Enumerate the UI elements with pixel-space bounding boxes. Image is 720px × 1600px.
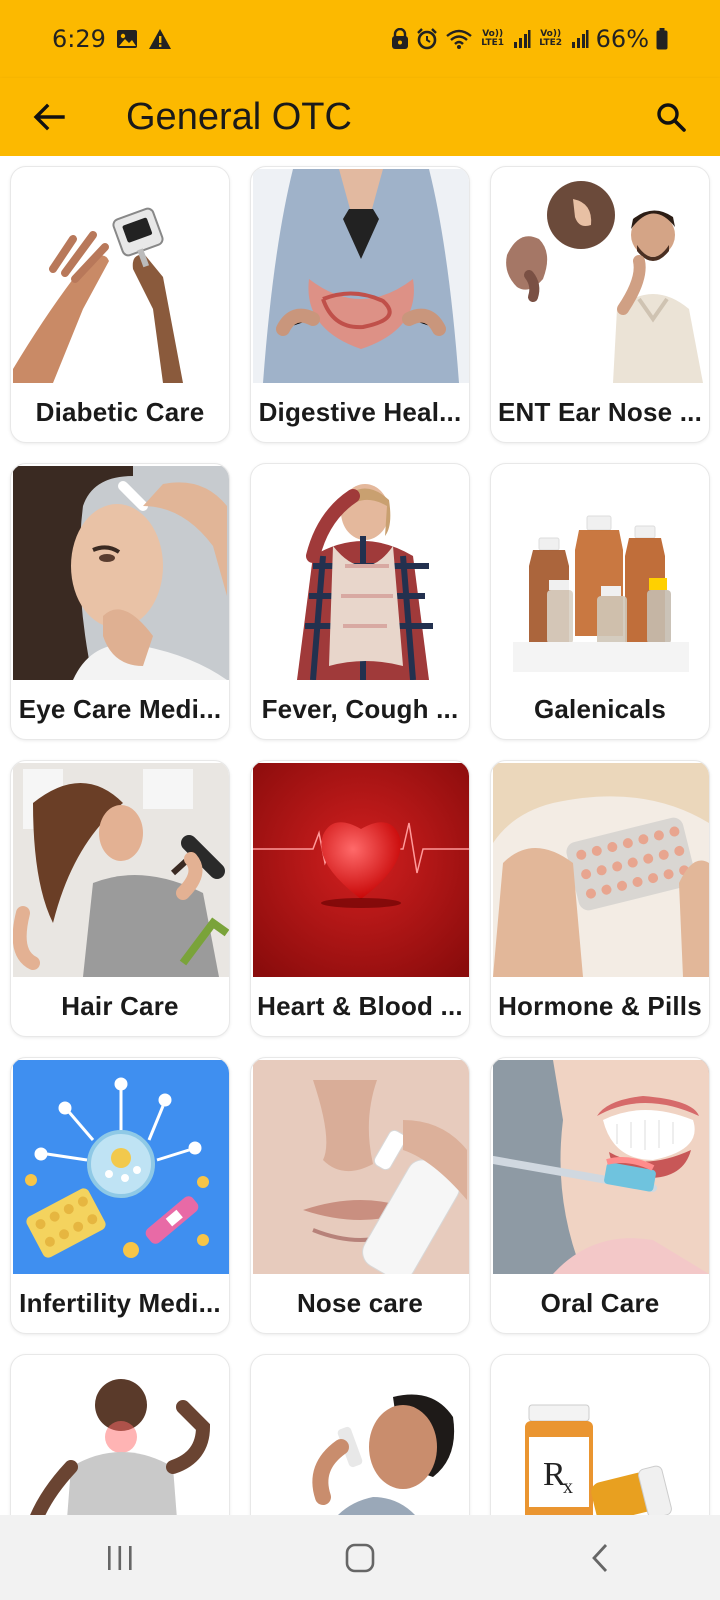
category-card[interactable] [250, 1354, 470, 1515]
category-card[interactable]: Nose care [250, 1057, 470, 1334]
category-grid: Diabetic Care Digestive Heal... ENT Ear … [0, 156, 720, 1515]
signal-icon [513, 29, 531, 49]
warning-icon [148, 28, 172, 50]
status-time: 6:29 [52, 25, 106, 53]
category-label: Heart & Blood ... [257, 991, 463, 1021]
category-label: Oral Care [540, 1288, 660, 1318]
category-label: Hormone & Pills [498, 991, 702, 1021]
category-card[interactable]: ENT Ear Nose ... [490, 166, 710, 443]
toothbrush-image [493, 1060, 709, 1274]
category-card[interactable] [10, 1354, 230, 1515]
sim1-label: Vo)) LTE1 [481, 29, 505, 48]
glucometer-image [13, 169, 229, 383]
back-pain-image [13, 1357, 229, 1515]
category-label: Hair Care [61, 991, 179, 1021]
category-label: ENT Ear Nose ... [497, 397, 703, 427]
eye-drops-image [13, 466, 229, 680]
hair-brush-image [13, 763, 229, 977]
category-card[interactable]: Infertility Medi... [10, 1057, 230, 1334]
back-nav-button[interactable] [555, 1523, 645, 1593]
alarm-icon [416, 28, 438, 50]
category-label: Diabetic Care [35, 397, 205, 427]
back-button[interactable] [16, 84, 82, 150]
category-card[interactable]: R x [490, 1354, 710, 1515]
category-card[interactable]: Eye Care Medi... [10, 463, 230, 740]
page-title: General OTC [126, 95, 352, 138]
category-label: Nose care [296, 1288, 424, 1318]
category-card[interactable]: Digestive Heal... [250, 166, 470, 443]
svg-text:x: x [563, 1476, 573, 1498]
category-card[interactable]: Galenicals [490, 463, 710, 740]
inhaler-image [253, 1357, 469, 1515]
fertility-image [13, 1060, 229, 1274]
category-card[interactable]: Oral Care [490, 1057, 710, 1334]
arrow-left-icon [33, 103, 65, 131]
chevron-left-icon [592, 1543, 608, 1572]
search-icon [657, 103, 686, 132]
category-label: Fever, Cough ... [261, 694, 459, 724]
recent-apps-button[interactable] [75, 1523, 165, 1593]
home-button[interactable] [315, 1523, 405, 1593]
category-label: Digestive Heal... [258, 397, 462, 427]
sick-woman-image [253, 466, 469, 680]
category-card[interactable]: Diabetic Care [10, 166, 230, 443]
battery-percent: 66% [595, 25, 649, 53]
status-bar: 6:29 Vo)) LTE1 Vo)) LTE2 66% [0, 0, 720, 78]
app-bar: General OTC [0, 78, 720, 156]
gallery-icon [116, 29, 138, 49]
ear-throat-image [493, 169, 709, 383]
category-label: Eye Care Medi... [18, 694, 222, 724]
wifi-icon [445, 28, 473, 50]
sim2-label: Vo)) LTE2 [539, 29, 563, 48]
bottles-image [493, 466, 709, 680]
rx-bottle-image: R x [493, 1357, 709, 1515]
category-card[interactable]: Heart & Blood ... [250, 760, 470, 1037]
battery-icon [656, 28, 668, 50]
pill-blister-image [493, 763, 709, 977]
signal-icon [571, 29, 589, 49]
home-icon [345, 1543, 375, 1572]
search-button[interactable] [638, 84, 704, 150]
system-nav-bar [0, 1515, 720, 1600]
heart-image [253, 763, 469, 977]
category-card[interactable]: Fever, Cough ... [250, 463, 470, 740]
category-label: Infertility Medi... [19, 1288, 221, 1318]
stomach-image [253, 169, 469, 383]
category-card[interactable]: Hormone & Pills [490, 760, 710, 1037]
lock-icon [391, 28, 409, 50]
nasal-spray-image [253, 1060, 469, 1274]
recent-apps-icon [108, 1545, 132, 1570]
category-card[interactable]: Hair Care [10, 760, 230, 1037]
category-label: Galenicals [533, 694, 667, 724]
